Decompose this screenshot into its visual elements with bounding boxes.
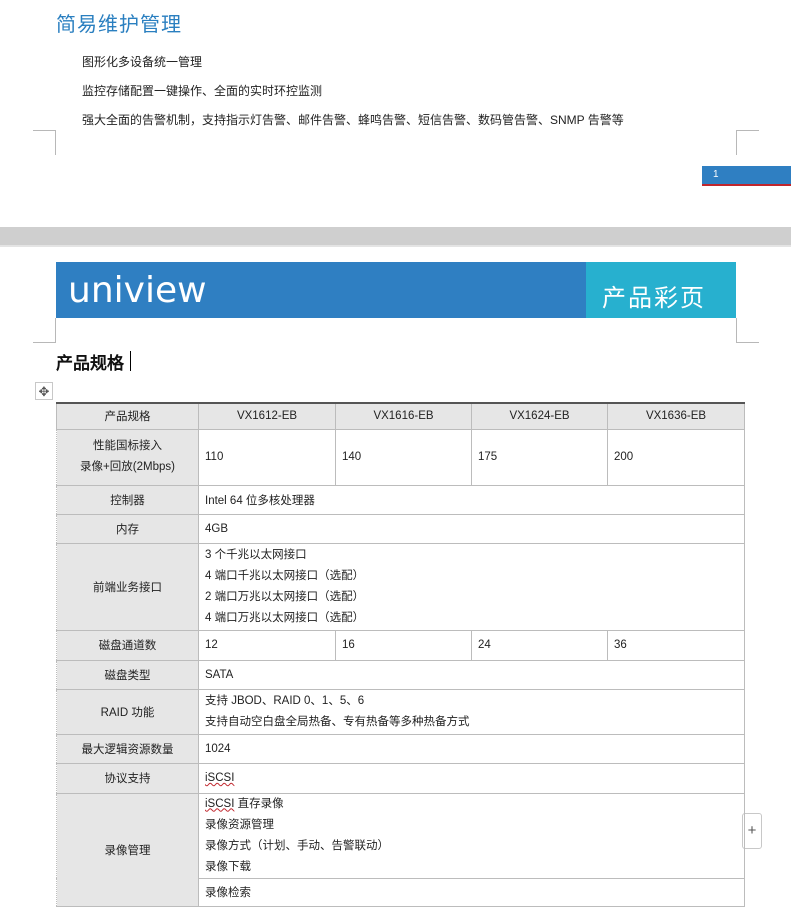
row-label: 内存 [56,513,199,544]
table-cell: 36 [607,629,745,661]
table-row: 磁盘通道数 12 16 24 36 [56,629,745,661]
page-number-underline [702,184,791,186]
table-row: 前端业务接口 3 个千兆以太网接口 4 端口千兆以太网接口（选配） 2 端口万兆… [56,542,745,631]
table-cell: 24 [471,629,608,661]
table-cell: 12 [198,629,336,661]
protocol-value: iSCSI [205,772,235,784]
table-cell: SATA [198,659,745,690]
brand-logo: uniview [68,270,207,311]
cell-line: 录像下载 [205,860,251,873]
table-header-cell: VX1636-EB [607,402,745,430]
table-cell: 3 个千兆以太网接口 4 端口千兆以太网接口（选配） 2 端口万兆以太网接口（选… [198,542,745,631]
plus-icon[interactable]: + [742,813,762,849]
table-header-cell: 产品规格 [56,402,199,430]
table-cell: 录像检索 [198,877,745,907]
text-cursor [130,351,131,371]
page-number: 1 [702,166,791,184]
cell-line: 支持 JBOD、RAID 0、1、5、6 [205,694,365,707]
feature-line: 监控存储配置一键操作、全面的实时环控监测 [82,84,323,98]
table-cell: 110 [198,428,336,486]
feature-line: 图形化多设备统一管理 [82,55,203,69]
margin-corner-mark [33,318,56,343]
table-cell: Intel 64 位多核处理器 [198,484,745,515]
row-label-line: 性能国标接入 [93,440,162,452]
cell-line: 4 端口千兆以太网接口（选配） [205,569,365,582]
cell-line: 3 个千兆以太网接口 [205,548,307,561]
row-label: RAID 功能 [56,688,199,735]
table-cell: 4GB [198,513,745,544]
section-heading-maintenance: 简易维护管理 [56,14,182,36]
move-arrows-icon[interactable]: ✥ [35,382,53,400]
table-header-cell: VX1612-EB [198,402,336,430]
row-label: 协议支持 [56,762,199,794]
feature-line: 强大全面的告警机制，支持指示灯告警、邮件告警、蜂鸣告警、短信告警、数码管告警、S… [82,113,624,127]
cell-line: iSCSI 直存录像 [205,797,284,810]
table-header-cell: VX1616-EB [335,402,472,430]
table-row: 性能国标接入 录像+回放(2Mbps) 110 140 175 200 [56,428,745,486]
row-label: 控制器 [56,484,199,515]
row-label-line: 录像+回放(2Mbps) [80,461,175,473]
row-label: 磁盘通道数 [56,629,199,661]
row-label: 性能国标接入 录像+回放(2Mbps) [56,428,199,486]
table-cell: 175 [471,428,608,486]
cell-line: 4 端口万兆以太网接口（选配） [205,611,365,624]
table-header-cell: VX1624-EB [471,402,608,430]
row-label: 磁盘类型 [56,659,199,690]
table-row: RAID 功能 支持 JBOD、RAID 0、1、5、6 支持自动空白盘全局热备… [56,688,745,735]
table-header-row: 产品规格 VX1612-EB VX1616-EB VX1624-EB VX163… [56,402,745,430]
table-cell: iSCSI [198,762,745,794]
banner-title: 产品彩页 [602,285,706,312]
margin-corner-mark [736,130,759,155]
section-title[interactable]: 产品规格 [56,349,124,374]
page-separator-edge [0,245,791,247]
cell-line: 录像资源管理 [205,818,274,831]
table-row: 磁盘类型 SATA [56,659,745,690]
table-row: 协议支持 iSCSI [56,762,745,794]
table-cell: 支持 JBOD、RAID 0、1、5、6 支持自动空白盘全局热备、专有热备等多种… [198,688,745,735]
row-label: 录像管理 [56,792,199,907]
table-cell: 200 [607,428,745,486]
spellcheck-word: iSCSI [205,797,235,810]
margin-corner-mark [33,130,56,155]
table-row: 内存 4GB [56,513,745,544]
table-cell: 16 [335,629,472,661]
table-cell: iSCSI 直存录像 录像资源管理 录像方式（计划、手动、告警联动） 录像下载 [198,792,745,879]
table-row: 最大逻辑资源数量 1024 [56,733,745,764]
margin-corner-mark [736,318,759,343]
table-cell: 140 [335,428,472,486]
table-row: 录像管理 iSCSI 直存录像 录像资源管理 录像方式（计划、手动、告警联动） … [56,792,745,907]
cell-line: 支持自动空白盘全局热备、专有热备等多种热备方式 [205,715,470,728]
row-label: 最大逻辑资源数量 [56,733,199,764]
cell-line: 录像方式（计划、手动、告警联动） [205,839,389,852]
cell-line: 2 端口万兆以太网接口（选配） [205,590,365,603]
table-row: 控制器 Intel 64 位多核处理器 [56,484,745,515]
table-cell: 1024 [198,733,745,764]
row-label: 前端业务接口 [56,542,199,631]
spec-table: 产品规格 VX1612-EB VX1616-EB VX1624-EB VX163… [56,402,745,907]
page-separator [0,227,791,245]
